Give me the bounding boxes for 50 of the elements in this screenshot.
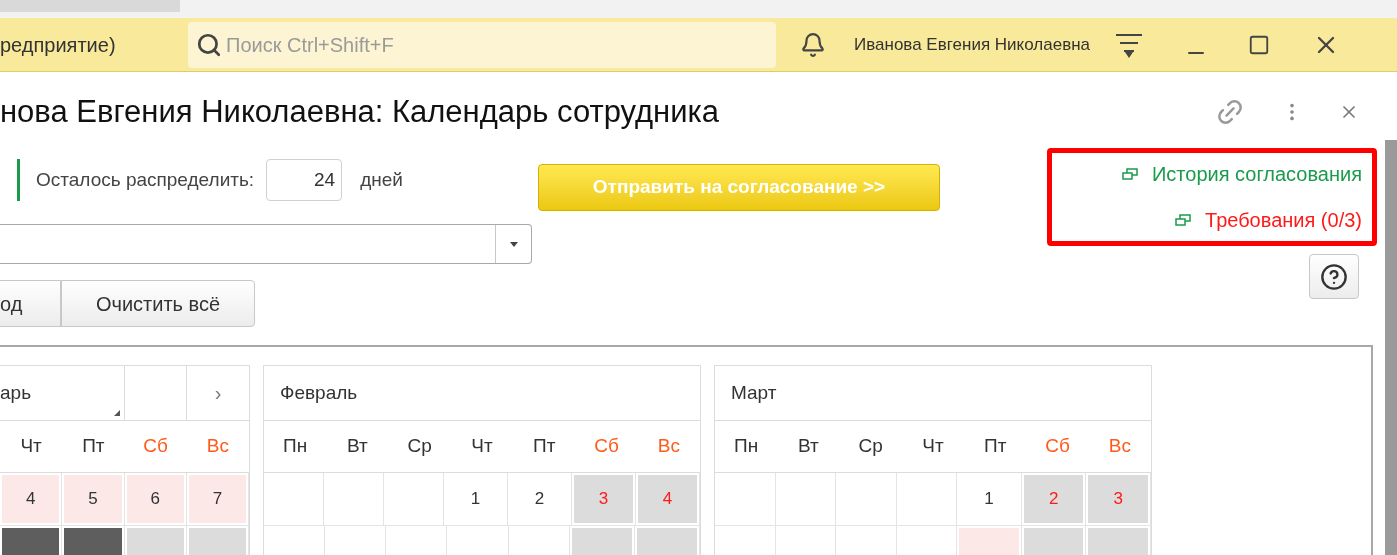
days-field[interactable]: 24 xyxy=(266,159,343,201)
weekday-label: Пн xyxy=(283,434,308,459)
weekday-label: Вт xyxy=(347,434,368,459)
window-link[interactable]: Требования (0/3) xyxy=(1175,205,1362,235)
remaining-label: Осталось распределить: xyxy=(36,167,255,192)
day-cell[interactable]: 5 xyxy=(64,475,122,523)
days-unit: дней xyxy=(360,167,403,192)
weekday-label: Сб xyxy=(1045,434,1070,459)
weekday-label: Ср xyxy=(407,434,432,459)
weekday-label: Ср xyxy=(858,434,883,459)
weekday-label: Чт xyxy=(471,434,493,459)
help-button[interactable] xyxy=(1309,254,1359,299)
window-icon xyxy=(1175,214,1192,226)
dropdown-arrow-icon xyxy=(509,241,518,247)
help-icon xyxy=(1320,262,1348,291)
window-icon xyxy=(1121,168,1138,180)
weekday-label: Пт xyxy=(82,434,105,459)
maximize-icon[interactable] xyxy=(1248,33,1271,56)
app-title: редприятие) xyxy=(0,32,117,58)
weekday-label: Пт xyxy=(984,434,1007,459)
user-name[interactable]: Иванова Евгения Николаевна xyxy=(854,31,1091,58)
weekday-label: Чт xyxy=(922,434,944,459)
corner-triangle-icon xyxy=(114,410,120,416)
toolbar-button[interactable]: Очистить всё xyxy=(61,280,255,327)
weekday-label: Вс xyxy=(657,434,680,459)
month-title[interactable]: арь xyxy=(0,378,32,408)
month-title: Февраль xyxy=(280,380,358,405)
next-month-button[interactable]: › xyxy=(187,366,249,420)
search-icon xyxy=(196,31,222,58)
day-cell[interactable]: 7 xyxy=(188,475,246,523)
search-field[interactable]: Поиск Ctrl+Shift+F xyxy=(188,21,776,68)
window-link[interactable]: История согласования xyxy=(1121,159,1362,189)
tab-strip[interactable] xyxy=(0,0,180,12)
bell-icon[interactable] xyxy=(800,31,826,58)
toolbar-button[interactable]: од xyxy=(0,280,61,327)
weekday-label: Сб xyxy=(143,434,168,459)
day-cell[interactable]: 6 xyxy=(126,475,184,523)
scrollbar[interactable] xyxy=(1385,140,1397,555)
weekday-label: Вс xyxy=(206,434,229,459)
day-cell[interactable]: 4 xyxy=(2,475,60,523)
weekday-label: Вс xyxy=(1108,434,1131,459)
weekday-label: Чт xyxy=(20,434,42,459)
search-input[interactable]: Поиск Ctrl+Shift+F xyxy=(226,29,776,60)
select-field[interactable] xyxy=(0,224,532,264)
form-title: нова Евгения Николаевна: Календарь сотрудника xyxy=(0,92,720,131)
month-title: Март xyxy=(731,380,777,405)
weekday-label: Вт xyxy=(798,434,819,459)
weekday-label: Пт xyxy=(533,434,556,459)
weekday-label: Пн xyxy=(734,434,759,459)
weekday-label: Сб xyxy=(594,434,619,459)
